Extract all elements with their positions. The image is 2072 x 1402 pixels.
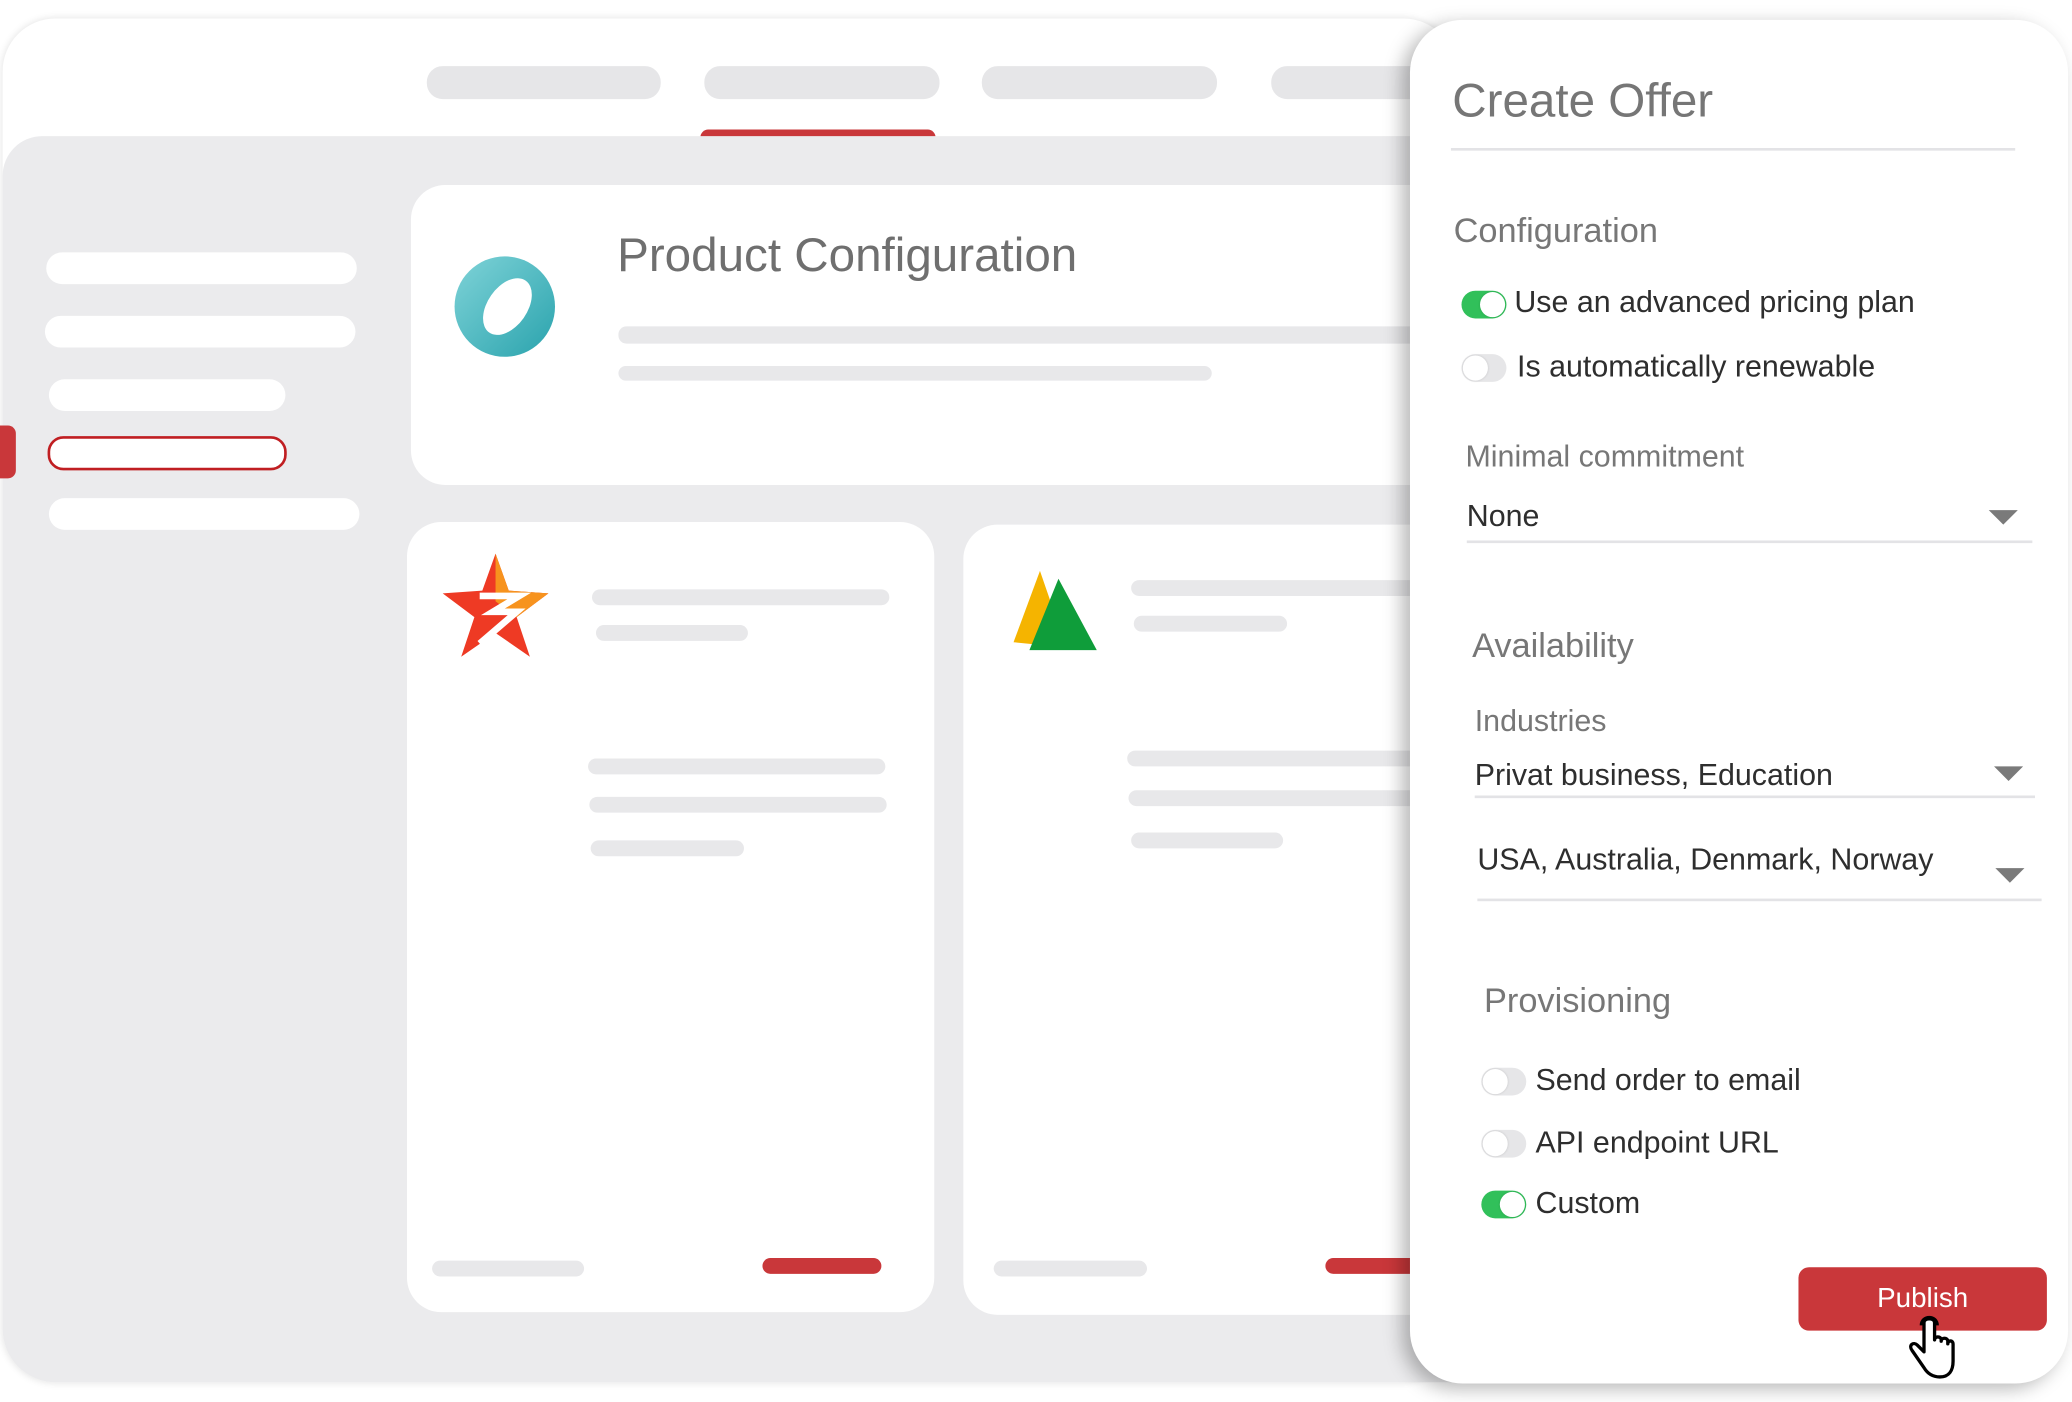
sidebar-item-1[interactable] <box>46 252 357 285</box>
nav-tab-3[interactable] <box>981 66 1218 100</box>
chevron-down-icon[interactable] <box>1994 766 2024 781</box>
nav-tab-2[interactable] <box>704 66 940 100</box>
sidebar-item-2[interactable] <box>44 315 356 348</box>
chevron-down-icon[interactable] <box>1988 510 2018 525</box>
advanced-pricing-label: Use an advanced pricing plan <box>1514 284 1915 319</box>
send-order-email-toggle[interactable] <box>1481 1067 1527 1096</box>
api-endpoint-toggle[interactable] <box>1481 1129 1527 1158</box>
card-action-button[interactable] <box>762 1258 882 1274</box>
configuration-heading: Configuration <box>1453 210 1658 250</box>
select-underline <box>1477 898 2042 902</box>
custom-toggle[interactable] <box>1481 1190 1527 1219</box>
placeholder-line <box>1133 615 1288 632</box>
industries-select[interactable]: Privat business, Education <box>1475 757 2035 797</box>
availability-heading: Availability <box>1472 625 1634 665</box>
send-order-email-label: Send order to email <box>1535 1062 1801 1097</box>
api-endpoint-label: API endpoint URL <box>1535 1124 1779 1159</box>
placeholder-line <box>589 796 887 813</box>
sidebar-selection-indicator <box>0 425 16 479</box>
placeholder-line <box>588 758 886 775</box>
product-logo-icon <box>454 256 556 357</box>
placeholder-line <box>595 625 748 641</box>
industries-label: Industries <box>1474 703 1607 738</box>
industries-value: Privat business, Education <box>1474 757 1833 792</box>
star-logo-icon <box>442 553 549 657</box>
minimal-commitment-value: None <box>1466 498 1540 533</box>
minimal-commitment-label: Minimal commitment <box>1465 438 1745 474</box>
auto-renewable-toggle[interactable] <box>1461 354 1507 382</box>
nav-tab-1[interactable] <box>426 66 661 100</box>
custom-label: Custom <box>1535 1185 1641 1220</box>
auto-renewable-label: Is automatically renewable <box>1517 348 1876 384</box>
select-underline <box>1466 540 2033 544</box>
advanced-pricing-toggle[interactable] <box>1461 290 1507 319</box>
provisioning-heading: Provisioning <box>1483 980 1672 1021</box>
countries-select[interactable]: USA, Australia, Denmark, Norway <box>1477 842 2041 900</box>
placeholder-line <box>1127 750 1432 767</box>
placeholder-line <box>993 1260 1148 1277</box>
minimal-commitment-select[interactable]: None <box>1467 498 2033 540</box>
chevron-down-icon[interactable] <box>1995 868 2025 883</box>
panel-title: Create Offer <box>1452 72 1714 127</box>
placeholder-line <box>618 366 1212 381</box>
placeholder-line <box>618 326 1438 344</box>
page-title: Product Configuration <box>617 227 1078 282</box>
triangle-logo-icon <box>1013 570 1097 651</box>
placeholder-line <box>1131 580 1436 596</box>
placeholder-line <box>432 1260 585 1277</box>
sidebar-item-5[interactable] <box>48 498 360 530</box>
placeholder-line <box>1131 832 1284 849</box>
title-divider <box>1450 148 2016 151</box>
placeholder-line <box>590 840 744 857</box>
placeholder-line <box>1128 790 1433 807</box>
countries-value: USA, Australia, Denmark, Norway <box>1477 841 1934 877</box>
placeholder-line <box>592 589 890 606</box>
sidebar-item-selected[interactable] <box>47 436 287 471</box>
hand-cursor-icon <box>1909 1315 1955 1379</box>
select-underline <box>1474 795 2036 799</box>
sidebar-item-3[interactable] <box>48 379 286 411</box>
